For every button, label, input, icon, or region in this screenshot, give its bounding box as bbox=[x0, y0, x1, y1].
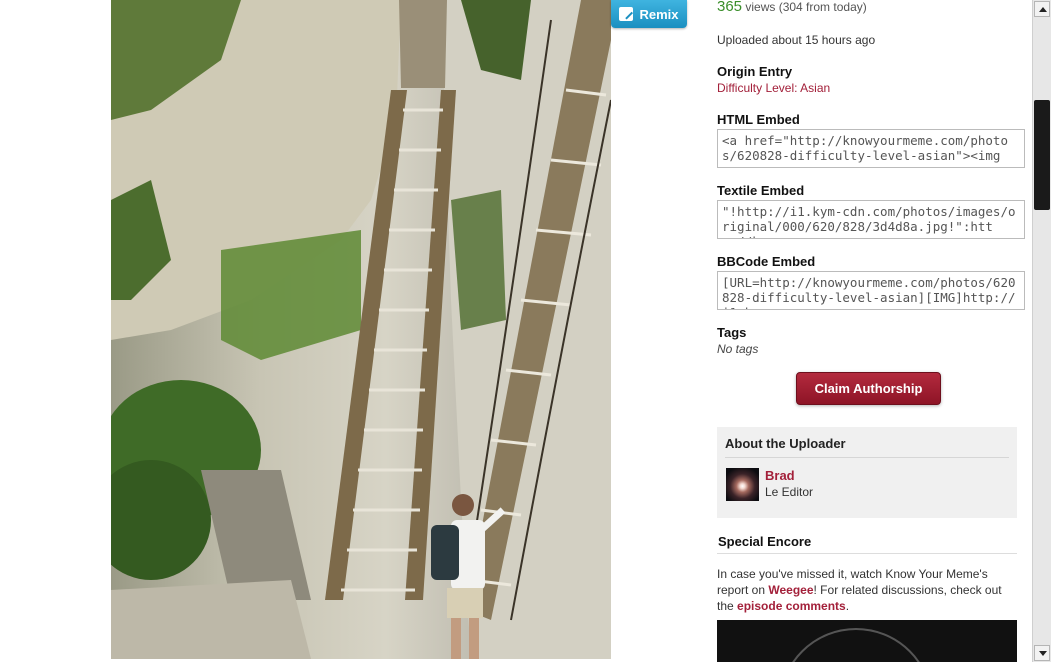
html-embed-field[interactable]: <a href="http://knowyourmeme.com/photos/… bbox=[717, 129, 1025, 168]
remix-button[interactable]: Remix bbox=[611, 0, 687, 28]
remix-label: Remix bbox=[639, 6, 679, 22]
video-player[interactable] bbox=[717, 620, 1017, 662]
bbcode-embed-field[interactable]: [URL=http://knowyourmeme.com/photos/6208… bbox=[717, 271, 1025, 310]
divider bbox=[725, 457, 1009, 458]
upload-time: Uploaded about 15 hours ago bbox=[717, 33, 876, 47]
claim-authorship-button[interactable]: Claim Authorship bbox=[796, 372, 941, 405]
weegee-link[interactable]: Weegee bbox=[768, 583, 813, 597]
special-encore-heading: Special Encore bbox=[718, 534, 812, 549]
tags-heading: Tags bbox=[717, 325, 747, 340]
textile-embed-field[interactable]: "!http://i1.kym-cdn.com/photos/images/or… bbox=[717, 200, 1025, 239]
bbcode-embed-heading: BBCode Embed bbox=[717, 254, 816, 269]
encore-text-part: . bbox=[845, 599, 850, 613]
textile-embed-heading: Textile Embed bbox=[717, 183, 805, 198]
scroll-down-icon[interactable] bbox=[1034, 645, 1050, 661]
scrollbar-thumb[interactable] bbox=[1034, 100, 1050, 210]
uploader-name-link[interactable]: Brad bbox=[765, 468, 795, 483]
uploader-role: Le Editor bbox=[765, 485, 814, 499]
view-stats: 365 views (304 from today) bbox=[717, 0, 867, 15]
views-detail: views (304 from today) bbox=[742, 0, 867, 14]
avatar[interactable] bbox=[726, 468, 759, 501]
tags-value: No tags bbox=[717, 342, 759, 356]
origin-entry-link[interactable]: Difficulty Level: Asian bbox=[717, 81, 830, 95]
views-count: 365 bbox=[717, 0, 743, 15]
meme-photo[interactable] bbox=[111, 0, 611, 659]
vertical-scrollbar[interactable] bbox=[1032, 0, 1051, 662]
edit-icon bbox=[619, 7, 634, 21]
html-embed-heading: HTML Embed bbox=[717, 112, 800, 127]
scroll-up-icon[interactable] bbox=[1034, 1, 1050, 17]
divider bbox=[717, 553, 1017, 554]
uploader-panel: About the Uploader Brad Le Editor bbox=[717, 427, 1017, 518]
cliff-stairs-image bbox=[111, 0, 611, 659]
encore-description: In case you've missed it, watch Know You… bbox=[717, 566, 1021, 614]
episode-comments-link[interactable]: episode comments bbox=[737, 599, 846, 613]
origin-entry-heading: Origin Entry bbox=[717, 64, 793, 79]
uploader-heading: About the Uploader bbox=[725, 436, 846, 451]
